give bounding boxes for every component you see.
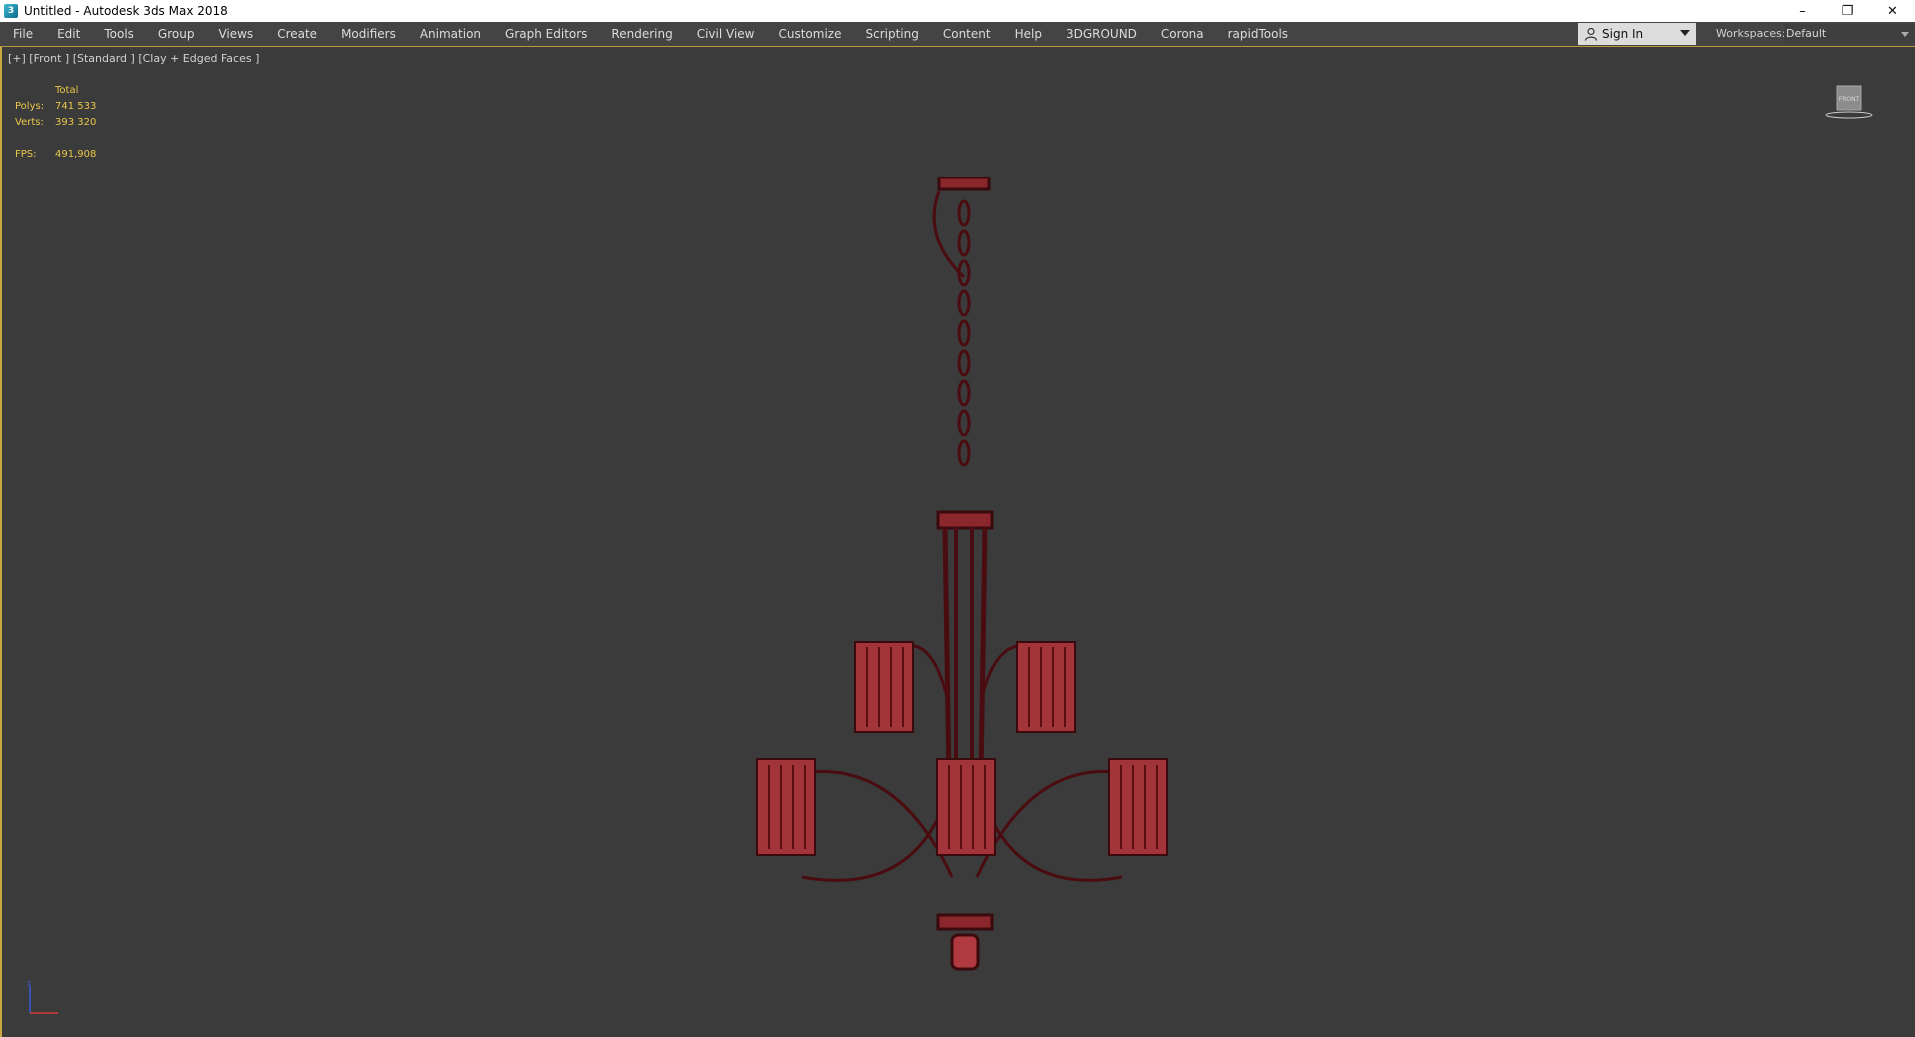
- viewcube[interactable]: FRONT: [1824, 85, 1874, 123]
- sign-in-label: Sign In: [1602, 27, 1644, 41]
- menu-customize[interactable]: Customize: [766, 22, 853, 46]
- stats-verts-value: 393 320: [55, 117, 97, 128]
- stats-polys-value: 741 533: [55, 101, 97, 112]
- chevron-down-icon: [1680, 30, 1690, 36]
- menu-help[interactable]: Help: [1003, 22, 1054, 46]
- stats-polys-label: Polys:: [15, 101, 45, 112]
- close-button[interactable]: ✕: [1870, 0, 1915, 22]
- menu-modifiers[interactable]: Modifiers: [329, 22, 408, 46]
- stats-total-label: Total: [55, 85, 79, 96]
- chandelier-model[interactable]: [742, 177, 1182, 997]
- menu-graph-editors[interactable]: Graph Editors: [493, 22, 599, 46]
- menu-group[interactable]: Group: [146, 22, 207, 46]
- window-title: Untitled - Autodesk 3ds Max 2018: [24, 4, 228, 18]
- menu-civil-view[interactable]: Civil View: [685, 22, 767, 46]
- workspaces-select[interactable]: Default: [1784, 24, 1915, 44]
- window-controls: – ❐ ✕: [1780, 0, 1915, 22]
- svg-text:z: z: [27, 979, 31, 987]
- title-bar: 3 Untitled - Autodesk 3ds Max 2018 – ❐ ✕: [0, 0, 1915, 22]
- menu-edit[interactable]: Edit: [45, 22, 92, 46]
- menu-content[interactable]: Content: [931, 22, 1003, 46]
- stats-fps-label: FPS:: [15, 149, 37, 160]
- menu-corona[interactable]: Corona: [1149, 22, 1216, 46]
- menu-create[interactable]: Create: [265, 22, 329, 46]
- minimize-button[interactable]: –: [1780, 0, 1825, 22]
- menu-animation[interactable]: Animation: [408, 22, 493, 46]
- user-icon: [1584, 27, 1598, 41]
- menu-views[interactable]: Views: [206, 22, 265, 46]
- menu-tools[interactable]: Tools: [92, 22, 146, 46]
- menu-file[interactable]: File: [0, 22, 45, 46]
- restore-button[interactable]: ❐: [1825, 0, 1870, 22]
- menu-3dground[interactable]: 3DGROUND: [1054, 22, 1149, 46]
- viewport-front[interactable]: [+] [Front ] [Standard ] [Clay + Edged F…: [0, 47, 1915, 1037]
- axis-tripod-icon: z: [27, 979, 58, 1014]
- workspaces-value: Default: [1786, 27, 1827, 40]
- sign-in-dropdown[interactable]: Sign In: [1578, 23, 1696, 45]
- viewcube-face-label: FRONT: [1839, 96, 1860, 103]
- viewport-label[interactable]: [+] [Front ] [Standard ] [Clay + Edged F…: [8, 52, 259, 65]
- menu-scripting[interactable]: Scripting: [853, 22, 930, 46]
- chevron-down-icon: [1901, 32, 1909, 37]
- stats-fps-value: 491,908: [55, 149, 97, 160]
- menu-rendering[interactable]: Rendering: [599, 22, 684, 46]
- app-icon: 3: [4, 4, 18, 18]
- menu-rapidtools[interactable]: rapidTools: [1216, 22, 1300, 46]
- workspaces-label: Workspaces:: [1716, 27, 1786, 40]
- stats-verts-label: Verts:: [15, 117, 44, 128]
